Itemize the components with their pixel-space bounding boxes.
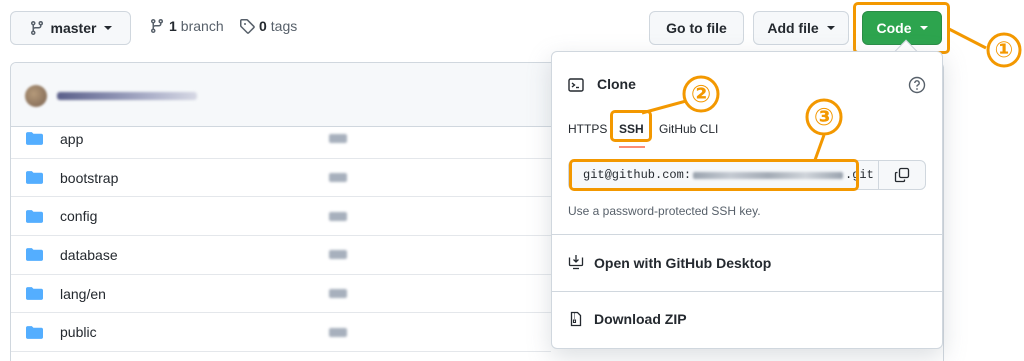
tags-link[interactable]: 0 tags bbox=[239, 18, 297, 34]
annotation-leader-line bbox=[641, 100, 687, 115]
open-desktop-label: Open with GitHub Desktop bbox=[594, 255, 772, 271]
tab-https[interactable]: HTTPS bbox=[568, 122, 607, 136]
folder-icon bbox=[26, 325, 43, 339]
branch-icon bbox=[150, 19, 163, 34]
commit-info-blurred bbox=[329, 250, 347, 260]
branch-select-label: master bbox=[50, 20, 97, 36]
open-desktop-item[interactable]: Open with GitHub Desktop bbox=[552, 235, 942, 291]
tab-ssh-underline bbox=[619, 146, 645, 148]
branches-link[interactable]: 1 branch bbox=[149, 18, 224, 34]
chevron-down-icon bbox=[104, 26, 113, 30]
commit-info-blurred bbox=[329, 173, 347, 183]
file-row[interactable]: lang/en bbox=[11, 275, 551, 314]
commit-info-blurred bbox=[329, 211, 347, 221]
clone-title: Clone bbox=[597, 76, 636, 92]
go-to-file-button[interactable]: Go to file bbox=[649, 11, 744, 45]
file-row[interactable]: app bbox=[11, 120, 551, 159]
file-zip-icon bbox=[570, 311, 582, 327]
file-row[interactable]: bootstrap bbox=[11, 159, 551, 198]
folder-icon bbox=[26, 171, 43, 184]
annotation-leader-line bbox=[948, 27, 987, 50]
tag-word: tags bbox=[270, 18, 298, 34]
annotation-leader-line bbox=[813, 134, 826, 161]
annotation-number-1: ① bbox=[994, 37, 1014, 63]
download-zip-item[interactable]: Download ZIP bbox=[552, 292, 942, 348]
commit-message-blurred bbox=[57, 92, 197, 100]
file-name[interactable]: config bbox=[60, 208, 97, 224]
file-name[interactable]: bootstrap bbox=[60, 170, 118, 186]
branch-count: 1 bbox=[169, 18, 177, 34]
file-name[interactable]: database bbox=[60, 247, 118, 263]
clone-dropdown: Clone HTTPS SSH GitHub CLI git@github.co… bbox=[551, 51, 943, 349]
annotation-box-url bbox=[569, 159, 859, 191]
file-row[interactable]: database bbox=[11, 236, 551, 275]
copy-icon bbox=[894, 167, 910, 183]
ssh-hint: Use a password-protected SSH key. bbox=[568, 204, 761, 218]
branch-select-button[interactable]: master bbox=[10, 11, 131, 45]
tag-count: 0 bbox=[259, 18, 267, 34]
file-name[interactable]: public bbox=[60, 324, 97, 340]
chevron-down-icon bbox=[826, 26, 835, 30]
add-file-button[interactable]: Add file bbox=[753, 11, 849, 45]
file-row[interactable]: public bbox=[11, 313, 551, 353]
branch-icon bbox=[30, 21, 43, 36]
folder-icon bbox=[26, 248, 43, 262]
commit-info-blurred bbox=[329, 289, 347, 299]
help-icon[interactable] bbox=[908, 76, 926, 94]
copy-button[interactable] bbox=[878, 160, 926, 190]
download-zip-label: Download ZIP bbox=[594, 311, 687, 327]
tag-icon bbox=[240, 19, 255, 34]
terminal-icon bbox=[568, 78, 584, 92]
annotation-number-3: ③ bbox=[813, 103, 835, 131]
avatar[interactable] bbox=[25, 85, 47, 107]
file-row[interactable]: config bbox=[11, 197, 551, 237]
desktop-download-icon bbox=[568, 255, 584, 270]
file-name[interactable]: lang/en bbox=[60, 286, 106, 302]
commit-info-blurred bbox=[329, 134, 347, 144]
folder-icon bbox=[26, 132, 43, 146]
folder-icon bbox=[26, 209, 43, 223]
tab-github-cli[interactable]: GitHub CLI bbox=[659, 122, 718, 136]
commit-info-blurred bbox=[329, 327, 347, 337]
branch-word: branch bbox=[180, 18, 224, 34]
add-file-label: Add file bbox=[767, 20, 819, 36]
folder-icon bbox=[26, 287, 43, 300]
file-name[interactable]: app bbox=[60, 131, 83, 147]
file-rows: app bootstrap config database lang/en pu… bbox=[11, 120, 551, 353]
